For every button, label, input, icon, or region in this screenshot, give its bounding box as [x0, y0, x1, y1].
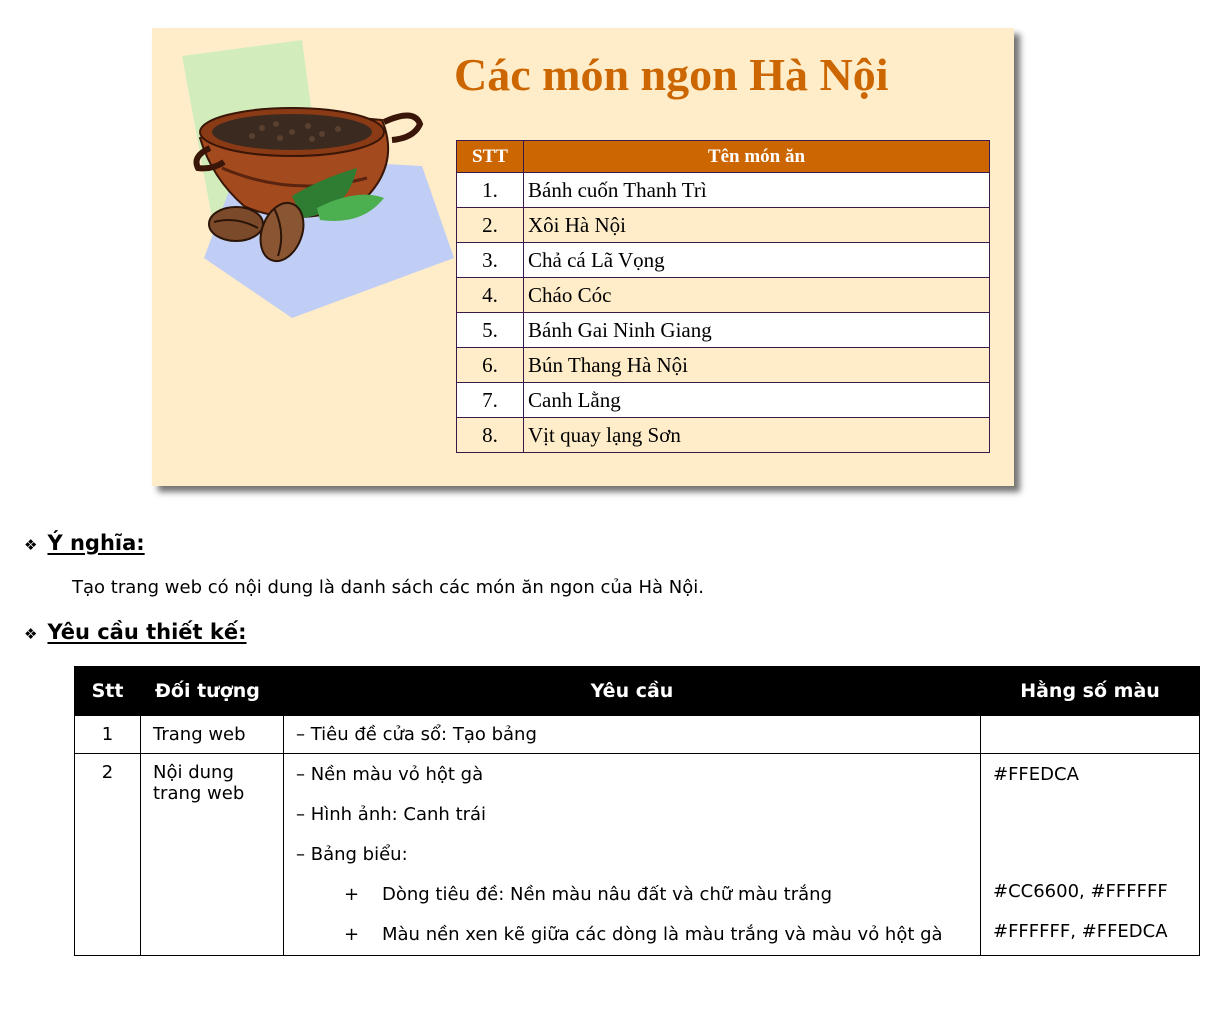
row-number: 2. [456, 207, 524, 243]
design-heading: ❖ Yêu cầu thiết kế: [24, 620, 247, 644]
requirement-alternate-rows-text: Màu nền xen kẽ giữa các dòng là màu trắn… [382, 924, 943, 945]
row-number: 5. [456, 312, 524, 348]
color-header-row: #CC6600, #FFFFFF [993, 881, 1168, 902]
plus-bullet-icon: + [344, 884, 360, 905]
dish-name: Bún Thang Hà Nội [523, 347, 990, 383]
table-row: 5. Bánh Gai Ninh Giang [456, 312, 990, 348]
row-number: 1. [456, 172, 524, 208]
row-number: 7. [456, 382, 524, 418]
row-requirement: – Tiêu đề cửa sổ: Tạo bảng [283, 715, 981, 754]
table-row: 1. Bánh cuốn Thanh Trì [456, 172, 990, 208]
table-row: 6. Bún Thang Hà Nội [456, 347, 990, 383]
table-row: 8. Vịt quay lạng Sơn [456, 417, 990, 453]
row-color: #FFEDCA #CC6600, #FFFFFF #FFFFFF, #FFEDC… [980, 753, 1200, 956]
requirement-image: – Hình ảnh: Canh trái [296, 804, 487, 825]
dish-name: Xôi Hà Nội [523, 207, 990, 243]
requirement-alternate-rows: + Màu nền xen kẽ giữa các dòng là màu tr… [296, 922, 968, 947]
pot-clipart-icon [182, 40, 454, 318]
diamond-bullet-icon: ❖ [24, 625, 38, 643]
meaning-heading-text: Ý nghĩa: [47, 531, 145, 555]
dish-name: Vịt quay lạng Sơn [523, 417, 990, 453]
col-object: Đối tượng [140, 666, 284, 716]
meaning-heading: ❖ Ý nghĩa: [24, 531, 145, 555]
dish-name: Bánh Gai Ninh Giang [523, 312, 990, 348]
row-number: 8. [456, 417, 524, 453]
dish-name: Bánh cuốn Thanh Trì [523, 172, 990, 208]
dish-name: Canh Lằng [523, 382, 990, 418]
table-row: 1 Trang web – Tiêu đề cửa sổ: Tạo bảng [74, 715, 1200, 754]
col-color-constant: Hằng số màu [980, 666, 1200, 716]
requirement-table: – Bảng biểu: [296, 844, 408, 865]
color-background: #FFEDCA [993, 764, 1079, 785]
dish-name: Chả cá Lã Vọng [523, 242, 990, 278]
row-number: 6. [456, 347, 524, 383]
table-row: 7. Canh Lằng [456, 382, 990, 418]
row-color [980, 715, 1200, 754]
row-number: 3. [456, 242, 524, 278]
preview-title: Các món ngon Hà Nội [454, 49, 889, 100]
header-stt: STT [456, 140, 524, 173]
preview-screenshot: Các món ngon Hà Nội STT Tên món ăn 1. Bán… [152, 28, 1014, 486]
row-number: 4. [456, 277, 524, 313]
col-stt: Stt [74, 666, 141, 716]
requirement-header-row-text: Dòng tiêu đề: Nền màu nâu đất và chữ màu… [382, 884, 832, 905]
table-row: 2 Nội dung trang web – Nền màu vỏ hột gà… [74, 753, 1200, 956]
table-row: 2. Xôi Hà Nội [456, 207, 990, 243]
requirement-header-row: + Dòng tiêu đề: Nền màu nâu đất và chữ m… [296, 882, 968, 907]
plus-bullet-icon: + [344, 924, 360, 945]
row-object: Trang web [140, 715, 284, 754]
table-row: 3. Chả cá Lã Vọng [456, 242, 990, 278]
header-dish-name: Tên món ăn [523, 140, 990, 173]
table-row: 4. Cháo Cóc [456, 277, 990, 313]
meaning-text: Tạo trang web có nội dung là danh sách c… [72, 577, 704, 598]
dish-name: Cháo Cóc [523, 277, 990, 313]
row-object: Nội dung trang web [140, 753, 284, 956]
diamond-bullet-icon: ❖ [24, 536, 38, 554]
col-requirement: Yêu cầu [283, 666, 981, 716]
row-stt: 2 [74, 753, 141, 956]
color-alternate-rows: #FFFFFF, #FFEDCA [993, 921, 1168, 942]
design-heading-text: Yêu cầu thiết kế: [47, 620, 247, 644]
requirements-table: Stt Đối tượng Yêu cầu Hằng số màu 1 Tran… [74, 666, 1200, 956]
row-stt: 1 [74, 715, 141, 754]
dish-table: STT Tên món ăn 1. Bánh cuốn Thanh Trì 2. X… [456, 140, 990, 453]
requirement-background: – Nền màu vỏ hột gà [296, 764, 484, 785]
row-requirement: – Nền màu vỏ hột gà – Hình ảnh: Canh trá… [283, 753, 981, 956]
